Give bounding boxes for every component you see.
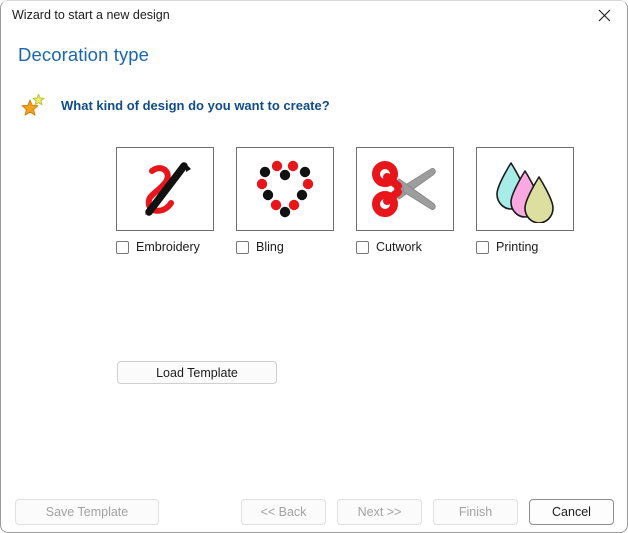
- scissors-icon: [369, 155, 441, 223]
- wizard-dialog: Wizard to start a new design Decoration …: [0, 0, 628, 533]
- option-checkbox-row-embroidery[interactable]: Embroidery: [116, 240, 214, 254]
- page-title: Decoration type: [18, 44, 150, 65]
- option-bling: Bling: [236, 147, 334, 254]
- window-title: Wizard to start a new design: [12, 8, 170, 22]
- option-checkbox-row-cutwork[interactable]: Cutwork: [356, 240, 454, 254]
- option-embroidery: Embroidery: [116, 147, 214, 254]
- option-label-bling: Bling: [256, 240, 284, 254]
- load-template-button[interactable]: Load Template: [117, 361, 277, 384]
- embroidery-needle-thread-icon: [129, 155, 201, 223]
- bling-heart-dots-icon: [249, 155, 321, 223]
- finish-button[interactable]: Finish: [433, 499, 518, 525]
- save-template-button[interactable]: Save Template: [15, 499, 159, 525]
- back-button[interactable]: << Back: [241, 499, 326, 525]
- checkbox-printing[interactable]: [476, 240, 489, 254]
- close-icon: [598, 9, 611, 22]
- checkbox-bling[interactable]: [236, 240, 249, 254]
- decoration-type-options: Embroidery Bling Cutwork Printing: [116, 147, 574, 254]
- option-label-embroidery: Embroidery: [136, 240, 200, 254]
- option-card-bling[interactable]: [236, 147, 334, 231]
- option-label-cutwork: Cutwork: [376, 240, 422, 254]
- option-card-embroidery[interactable]: [116, 147, 214, 231]
- next-button[interactable]: Next >>: [337, 499, 422, 525]
- cancel-button[interactable]: Cancel: [529, 499, 614, 525]
- option-checkbox-row-printing[interactable]: Printing: [476, 240, 574, 254]
- close-button[interactable]: [582, 1, 627, 29]
- question-row: What kind of design do you want to creat…: [19, 93, 330, 117]
- dialog-footer: Save Template << Back Next >> Finish Can…: [1, 499, 627, 527]
- option-card-cutwork[interactable]: [356, 147, 454, 231]
- option-card-printing[interactable]: [476, 147, 574, 231]
- option-label-printing: Printing: [496, 240, 539, 254]
- option-checkbox-row-bling[interactable]: Bling: [236, 240, 334, 254]
- question-text: What kind of design do you want to creat…: [61, 97, 330, 113]
- option-cutwork: Cutwork: [356, 147, 454, 254]
- checkbox-embroidery[interactable]: [116, 240, 129, 254]
- ink-droplets-icon: [489, 155, 561, 223]
- checkbox-cutwork[interactable]: [356, 240, 369, 254]
- option-printing: Printing: [476, 147, 574, 254]
- title-bar: Wizard to start a new design: [1, 1, 627, 29]
- stars-icon: [19, 93, 49, 117]
